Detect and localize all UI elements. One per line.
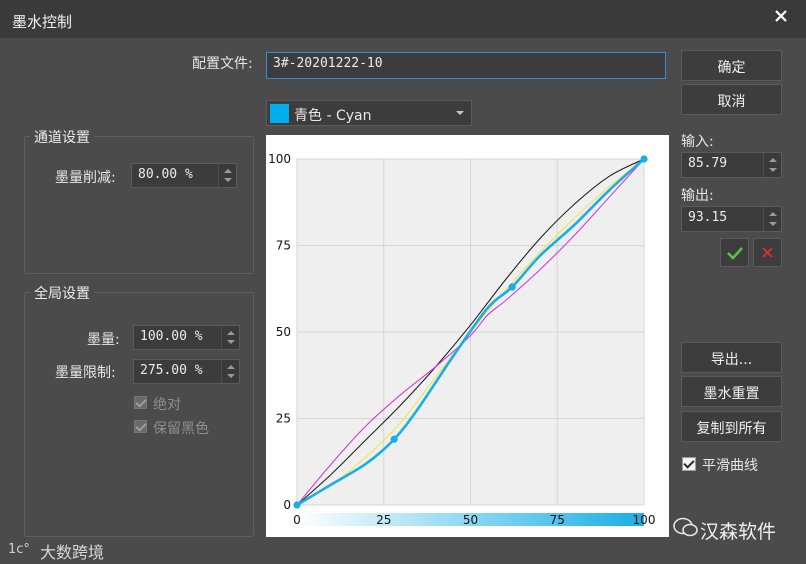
- copy-to-all-button[interactable]: 复制到所有: [681, 411, 782, 442]
- y-tick-label: 50: [276, 325, 291, 339]
- output-value: 93.15: [688, 210, 728, 225]
- y-tick-label: 25: [276, 412, 291, 426]
- ink-reduce-stepper[interactable]: 80.00 %: [131, 163, 237, 188]
- channel-settings-group: [24, 136, 254, 274]
- spin-buttons[interactable]: [221, 360, 239, 383]
- spin-buttons[interactable]: [763, 153, 781, 177]
- curve-chart-panel[interactable]: 0 25 50 75 100 0 25 50 75 100: [266, 135, 669, 537]
- spin-buttons[interactable]: [763, 207, 781, 231]
- ink-limit-label: 墨量限制:: [55, 365, 116, 381]
- absolute-label: 绝对: [153, 397, 181, 413]
- confirm-point-button[interactable]: [720, 238, 749, 267]
- ink-amount-value: 100.00 %: [140, 329, 203, 344]
- profile-label: 配置文件:: [192, 56, 253, 72]
- control-point: [508, 283, 516, 291]
- control-point: [390, 435, 398, 443]
- global-settings-title: 全局设置: [30, 283, 94, 303]
- x-tick-label: 25: [376, 513, 391, 527]
- checkmark-icon: [727, 247, 743, 260]
- export-button-label: 导出...: [710, 352, 753, 368]
- x-tick-label: 75: [550, 513, 565, 527]
- watermark-right: 汉森软件: [700, 521, 777, 543]
- channel-dropdown[interactable]: 青色 - Cyan: [266, 100, 472, 126]
- x-tick-label: 100: [633, 513, 656, 527]
- input-label: 输入:: [681, 134, 714, 150]
- close-icon[interactable]: [770, 5, 792, 27]
- x-tick-label: 50: [463, 513, 478, 527]
- keep-black-label: 保留黑色: [153, 421, 209, 437]
- export-button[interactable]: 导出...: [681, 342, 782, 373]
- cancel-button-label: 取消: [717, 94, 746, 110]
- wechat-icon: [673, 517, 698, 537]
- x-tick-label: 0: [293, 513, 301, 527]
- profile-value: 3#-20201222-10: [273, 56, 383, 71]
- reset-ink-button-label: 墨水重置: [703, 386, 760, 402]
- ok-button[interactable]: 确定: [681, 50, 782, 81]
- spin-buttons[interactable]: [218, 164, 236, 187]
- control-point: [293, 501, 301, 509]
- absolute-checkbox: [134, 396, 147, 409]
- ink-reduce-label: 墨量削减:: [55, 170, 116, 186]
- ink-limit-value: 275.00 %: [140, 363, 203, 378]
- output-label: 输出:: [681, 188, 714, 204]
- control-point: [640, 155, 648, 163]
- output-stepper[interactable]: 93.15: [681, 206, 782, 232]
- keep-black-checkbox: [134, 420, 147, 433]
- smooth-curve-label: 平滑曲线: [702, 458, 758, 474]
- input-stepper[interactable]: 85.79: [681, 152, 782, 178]
- chevron-down-icon: [456, 111, 464, 115]
- title-bar: 墨水控制: [0, 0, 806, 38]
- spin-buttons[interactable]: [221, 326, 239, 349]
- svg-text:1ᴄ°: 1ᴄ°: [8, 542, 30, 557]
- y-tick-label: 75: [276, 239, 291, 253]
- copy-to-all-button-label: 复制到所有: [696, 421, 767, 437]
- channel-color-swatch: [270, 104, 289, 123]
- channel-settings-title: 通道设置: [30, 127, 94, 147]
- y-tick-label: 0: [283, 498, 291, 512]
- y-tick-label: 100: [268, 152, 291, 166]
- smooth-curve-checkbox[interactable]: [682, 457, 696, 471]
- ink-reduce-value: 80.00 %: [138, 167, 193, 182]
- close-icon: [762, 247, 773, 258]
- delete-point-button[interactable]: [753, 238, 782, 267]
- window-title: 墨水控制: [12, 13, 73, 31]
- channel-label: 青色 - Cyan: [294, 108, 372, 124]
- watermark-left: 大数跨境: [40, 543, 105, 562]
- ink-amount-label: 墨量:: [87, 332, 120, 348]
- curve-chart[interactable]: 0 25 50 75 100 0 25 50 75 100: [266, 135, 669, 537]
- reset-ink-button[interactable]: 墨水重置: [681, 376, 782, 407]
- ink-amount-stepper[interactable]: 100.00 %: [133, 325, 240, 350]
- profile-input[interactable]: 3#-20201222-10: [266, 52, 666, 79]
- cancel-button[interactable]: 取消: [681, 84, 782, 115]
- input-value: 85.79: [688, 156, 728, 171]
- ink-limit-stepper[interactable]: 275.00 %: [133, 359, 240, 384]
- ok-button-label: 确定: [717, 60, 746, 76]
- watermark-logo-icon: 1ᴄ°: [8, 542, 30, 557]
